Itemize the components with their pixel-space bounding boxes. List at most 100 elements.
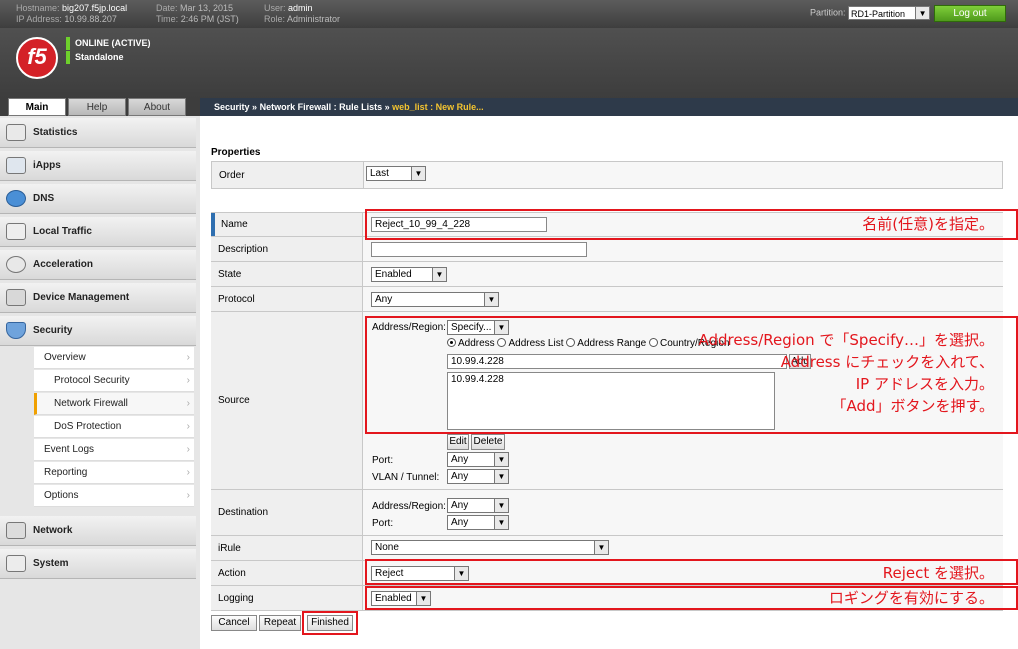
time-label: Time: xyxy=(156,14,179,24)
partition-value: RD1-Partition xyxy=(851,9,906,19)
name-annotation: 名前(任意)を指定。 xyxy=(862,215,994,233)
chevron-down-icon: ▼ xyxy=(411,167,425,180)
chevron-right-icon: › xyxy=(186,421,190,432)
state-label: State xyxy=(211,262,363,286)
protocol-value: Any xyxy=(375,294,393,305)
date-value: Mar 13, 2015 xyxy=(180,3,234,13)
sidebar-sub-overview[interactable]: Overview › xyxy=(34,347,194,369)
chevron-down-icon: ▼ xyxy=(494,453,508,466)
dest-address-region-label: Address/Region: xyxy=(372,501,446,512)
sidebar-sub-label: Protocol Security xyxy=(54,375,130,386)
order-select[interactable]: Last ▼ xyxy=(366,166,426,181)
statistics-icon xyxy=(6,124,26,141)
chevron-down-icon: ▼ xyxy=(494,516,508,529)
irule-select[interactable]: None ▼ xyxy=(371,540,609,555)
sidebar-item-network[interactable]: Network xyxy=(0,516,196,546)
sidebar-item-statistics[interactable]: Statistics xyxy=(0,118,196,148)
source-label: Source xyxy=(211,312,363,489)
device-status: ONLINE (ACTIVE) Standalone xyxy=(66,37,151,65)
user-label: User: xyxy=(264,3,286,13)
sidebar: Statistics iApps DNS Local Traffic Accel… xyxy=(0,116,200,649)
sidebar-item-iapps[interactable]: iApps xyxy=(0,151,196,181)
cancel-button[interactable]: Cancel xyxy=(211,615,257,631)
dest-address-region-select[interactable]: Any ▼ xyxy=(447,498,509,513)
tab-about[interactable]: About xyxy=(128,98,186,116)
source-annotation-4: 「Add」ボタンを押す。 xyxy=(831,397,994,415)
tab-help[interactable]: Help xyxy=(68,98,126,116)
sidebar-item-security[interactable]: Security xyxy=(0,316,196,346)
sidebar-sub-options[interactable]: Options › xyxy=(34,485,194,507)
sidebar-item-label: Local Traffic xyxy=(33,226,92,237)
description-row: Description xyxy=(211,237,1003,262)
chevron-down-icon: ▼ xyxy=(494,499,508,512)
vlan-select[interactable]: Any ▼ xyxy=(447,469,509,484)
state-value: Enabled xyxy=(375,269,412,280)
chevron-down-icon: ▼ xyxy=(594,541,608,554)
sidebar-sub-reporting[interactable]: Reporting › xyxy=(34,462,194,484)
local-traffic-icon xyxy=(6,223,26,240)
chevron-right-icon: › xyxy=(186,467,190,478)
sidebar-item-system[interactable]: System xyxy=(0,549,196,579)
logging-label: Logging xyxy=(211,586,363,610)
chevron-right-icon: › xyxy=(186,490,190,501)
action-label: Action xyxy=(211,561,363,585)
date-label: Date: xyxy=(156,3,178,13)
shield-icon xyxy=(6,322,26,339)
dest-port-value: Any xyxy=(451,517,469,528)
sidebar-item-device-management[interactable]: Device Management xyxy=(0,283,196,313)
chevron-down-icon: ▼ xyxy=(484,293,498,306)
sidebar-sub-label: Overview xyxy=(44,352,86,363)
logout-button[interactable]: Log out xyxy=(934,5,1006,22)
sidebar-sub-label: Reporting xyxy=(44,467,88,478)
host-info: Hostname: big207.f5jp.local IP Address: … xyxy=(16,3,127,25)
order-value: Last xyxy=(370,168,389,179)
sidebar-item-dns[interactable]: DNS xyxy=(0,184,196,214)
breadcrumb-security[interactable]: Security xyxy=(214,102,250,112)
status-standalone: Standalone xyxy=(66,51,151,64)
sidebar-sub-label: DoS Protection xyxy=(54,421,122,432)
description-input[interactable] xyxy=(371,242,587,257)
state-row: State xyxy=(211,262,1003,287)
sidebar-sub-label: Event Logs xyxy=(44,444,95,455)
sidebar-item-label: iApps xyxy=(33,160,61,171)
tab-main[interactable]: Main xyxy=(8,98,66,116)
edit-button[interactable]: Edit xyxy=(447,434,469,450)
chevron-down-icon: ▼ xyxy=(494,470,508,483)
sidebar-sub-dos-protection[interactable]: DoS Protection › xyxy=(34,416,194,438)
partition-select[interactable]: RD1-Partition ▼ xyxy=(848,6,931,20)
destination-label: Destination xyxy=(211,490,363,535)
dest-port-select[interactable]: Any ▼ xyxy=(447,515,509,530)
top-bar: Hostname: big207.f5jp.local IP Address: … xyxy=(0,0,1018,28)
ip-label: IP Address: xyxy=(16,14,62,24)
delete-button[interactable]: Delete xyxy=(471,434,505,450)
dest-address-region-value: Any xyxy=(451,500,469,511)
iapps-icon xyxy=(6,157,26,174)
protocol-select[interactable]: Any ▼ xyxy=(371,292,499,307)
header-banner xyxy=(0,28,1018,98)
description-label: Description xyxy=(211,237,363,261)
hostname-value: big207.f5jp.local xyxy=(62,3,128,13)
breadcrumb-new-rule: web_list : New Rule... xyxy=(392,102,484,112)
order-row: Order xyxy=(211,161,1003,189)
partition-label: Partition: xyxy=(810,7,846,18)
sidebar-sub-network-firewall[interactable]: Network Firewall › xyxy=(34,393,194,415)
breadcrumb-sep: » xyxy=(252,102,258,112)
state-select[interactable]: Enabled ▼ xyxy=(371,267,447,282)
order-cell xyxy=(364,162,1002,188)
acceleration-icon xyxy=(6,256,26,273)
order-label: Order xyxy=(212,162,364,188)
breadcrumb-sep: » xyxy=(384,102,390,112)
repeat-button[interactable]: Repeat xyxy=(259,615,301,631)
source-port-select[interactable]: Any ▼ xyxy=(447,452,509,467)
chevron-right-icon: › xyxy=(186,444,190,455)
sidebar-sub-protocol-security[interactable]: Protocol Security › xyxy=(34,370,194,392)
ip-value: 10.99.88.207 xyxy=(64,14,117,24)
breadcrumb-rule-lists[interactable]: Network Firewall : Rule Lists xyxy=(260,102,383,112)
sidebar-item-label: Acceleration xyxy=(33,259,94,270)
sidebar-sub-event-logs[interactable]: Event Logs › xyxy=(34,439,194,461)
role-value: Administrator xyxy=(287,14,341,24)
chevron-down-icon: ▼ xyxy=(432,268,446,281)
sidebar-item-local-traffic[interactable]: Local Traffic xyxy=(0,217,196,247)
sidebar-item-acceleration[interactable]: Acceleration xyxy=(0,250,196,280)
source-annotation-2: Address にチェックを入れて、 xyxy=(780,353,994,371)
